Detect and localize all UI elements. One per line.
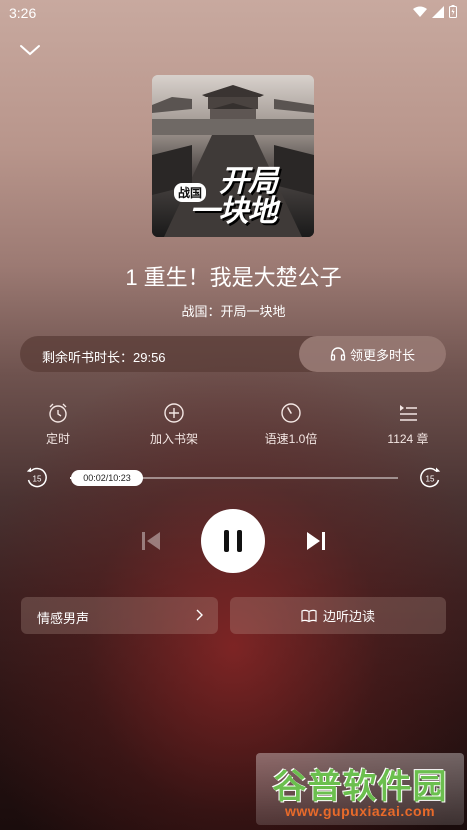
next-chapter-icon[interactable]	[305, 530, 327, 552]
timer-button[interactable]: 定时	[18, 402, 98, 448]
watermark-text: 谷普软件园	[272, 767, 448, 807]
pause-icon	[224, 530, 242, 552]
remaining-time-label: 剩余听书时长：29:56	[42, 350, 166, 365]
chapter-list-button[interactable]: 1124 章	[368, 402, 448, 448]
signal-icon	[432, 5, 444, 18]
function-row: 定时 加入书架 语速1.0倍 1124 章	[0, 402, 467, 452]
previous-chapter-icon[interactable]	[140, 530, 162, 552]
speed-label: 语速1.0倍	[264, 432, 318, 446]
chapter-title: 1 重生！我是大楚公子	[125, 265, 342, 290]
read-along-label: 边听边读	[322, 609, 375, 624]
pause-button[interactable]	[201, 509, 265, 573]
read-along-button[interactable]: 边听边读	[230, 597, 446, 634]
speedometer-icon	[281, 403, 301, 423]
remaining-time-bar: 剩余听书时长：29:56 领更多时长	[20, 336, 446, 372]
voice-select-button[interactable]: 情感男声	[21, 597, 218, 634]
status-time: 3:26	[9, 5, 37, 21]
speed-button[interactable]: 语速1.0倍	[251, 402, 331, 448]
voice-label: 情感男声	[37, 611, 90, 626]
progress-bar: 15 00:02/10:23 15	[0, 466, 467, 490]
chapter-count-label: 1124 章	[387, 432, 429, 446]
status-icons	[413, 5, 457, 18]
chevron-right-icon	[196, 609, 203, 621]
rewind-seconds: 15	[33, 475, 42, 484]
open-book-icon	[301, 609, 317, 622]
forward-15-icon[interactable]: 15	[418, 466, 442, 490]
watermark-logo: 谷普软件园 www.gupuxiazai.com	[256, 753, 464, 825]
rewind-15-icon[interactable]: 15	[25, 466, 49, 490]
chapter-list-icon	[400, 405, 417, 421]
headphones-icon	[330, 347, 346, 361]
cover-title: 开局 一块地	[152, 167, 314, 227]
cover-title-line2: 一块地	[189, 194, 278, 229]
forward-seconds: 15	[426, 475, 435, 484]
status-bar: 3:26	[0, 0, 467, 26]
get-more-time-button[interactable]: 领更多时长	[299, 336, 446, 372]
watermark-url: www.gupuxiazai.com	[284, 803, 436, 819]
book-name: 战国：开局一块地	[181, 304, 286, 319]
wifi-icon	[413, 6, 427, 17]
progress-thumb[interactable]: 00:02/10:23	[70, 470, 143, 486]
plus-circle-icon	[164, 403, 184, 423]
cover-title-line1: 开局	[219, 164, 278, 199]
collapse-chevron-icon[interactable]	[18, 40, 42, 60]
timer-label: 定时	[45, 432, 70, 446]
add-to-shelf-button[interactable]: 加入书架	[134, 402, 214, 448]
get-more-time-label: 领更多时长	[349, 347, 415, 363]
battery-icon	[449, 5, 457, 18]
add-to-shelf-label: 加入书架	[149, 432, 198, 446]
book-cover: 战国 开局 一块地	[152, 75, 314, 237]
alarm-clock-icon	[49, 403, 67, 423]
